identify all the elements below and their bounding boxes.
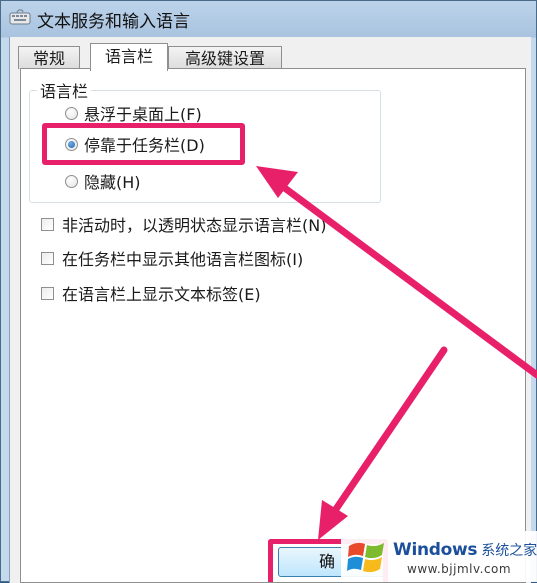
windows-logo-icon: [347, 542, 384, 573]
watermark-title: Windows 系统之家: [393, 540, 537, 560]
watermark-brand: Windows: [393, 540, 478, 560]
watermark-url: www.bjjmlv.com: [407, 562, 512, 576]
arrow-to-ok-button: [318, 346, 448, 540]
arrow-to-dock-option: [256, 166, 537, 379]
annotation-arrows: [256, 166, 537, 540]
site-watermark: Windows 系统之家 www.bjjmlv.com: [341, 531, 537, 582]
watermark-site-name: 系统之家: [481, 543, 537, 559]
